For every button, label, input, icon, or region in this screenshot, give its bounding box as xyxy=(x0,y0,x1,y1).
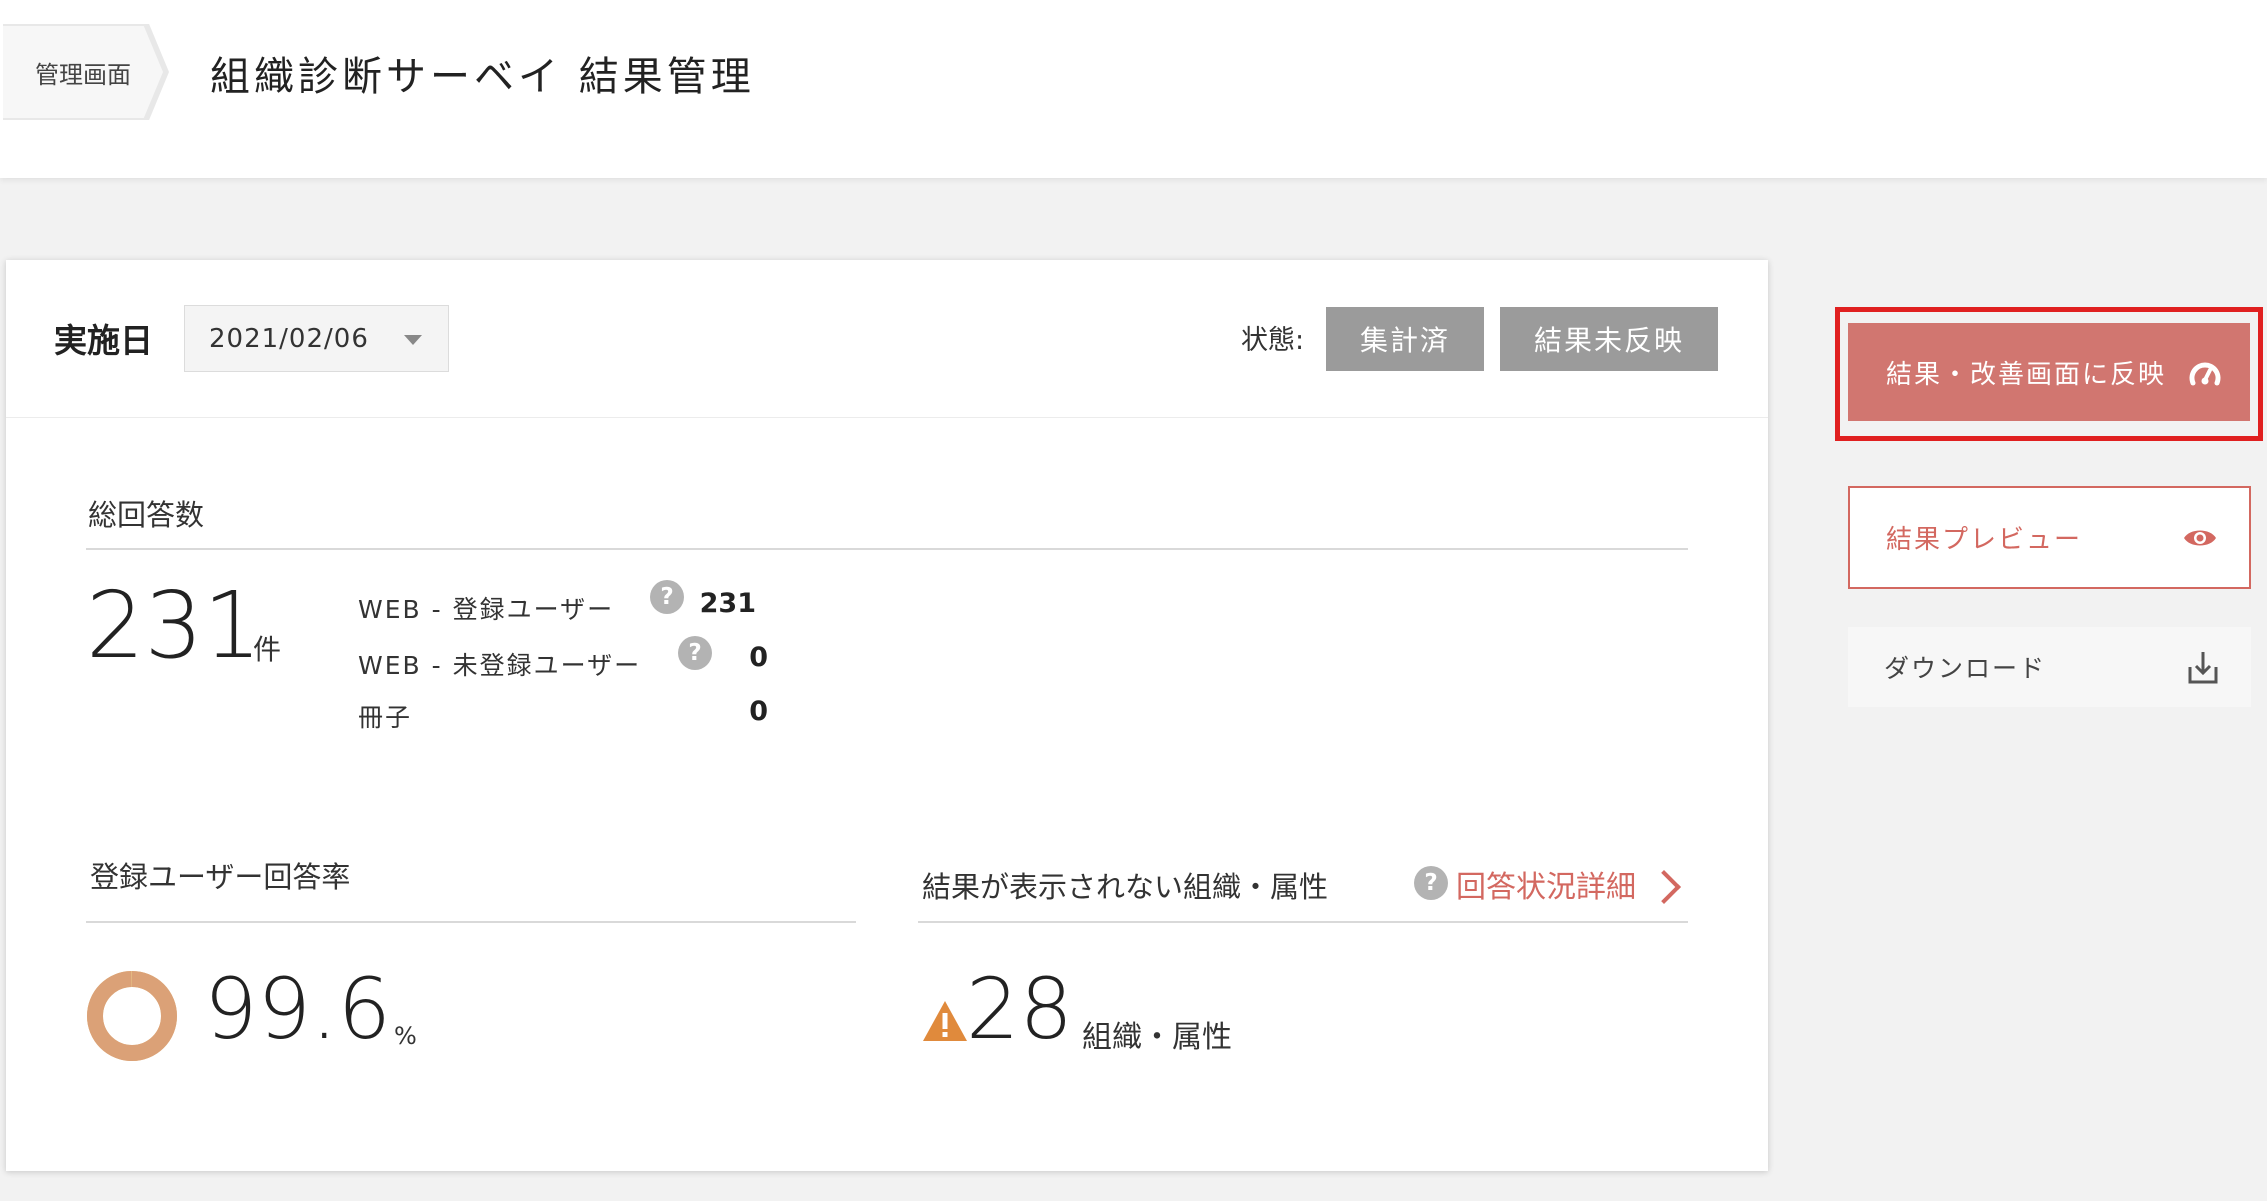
hidden-results-unit: 組織・属性 xyxy=(1082,1020,1232,1055)
response-rate-unit: % xyxy=(394,1022,417,1050)
breakdown-value-web-unregistered: 0 xyxy=(749,642,768,673)
caret-down-icon xyxy=(404,335,422,345)
warning-icon xyxy=(923,1001,967,1041)
breakdown-label-web-unregistered: WEB - 未登録ユーザー xyxy=(358,651,642,680)
date-label: 実施日 xyxy=(54,321,153,360)
preview-results-label: 結果プレビュー xyxy=(1886,525,2083,555)
breakdown-label-web-registered: WEB - 登録ユーザー xyxy=(358,595,615,624)
download-label: ダウンロード xyxy=(1884,654,2047,683)
response-rate-value: 99.6 xyxy=(204,960,392,1058)
download-icon xyxy=(2188,652,2218,684)
status-label: 状態: xyxy=(1241,325,1305,356)
gauge-icon xyxy=(2189,362,2221,386)
help-icon[interactable]: ? xyxy=(650,580,684,614)
breadcrumb[interactable]: 管理画面 xyxy=(3,26,163,118)
response-status-detail-link[interactable]: 回答状況詳細 xyxy=(1456,862,1681,906)
response-status-detail-label: 回答状況詳細 xyxy=(1456,870,1636,905)
response-rate-donut xyxy=(87,971,177,1061)
hidden-results-count: 28 xyxy=(966,960,1073,1058)
divider xyxy=(86,921,856,923)
hidden-results-title: 結果が表示されない組織・属性 xyxy=(922,870,1329,904)
breakdown-value-booklet: 0 xyxy=(749,696,768,727)
app-header: 管理画面 組織診断サーベイ 結果管理 xyxy=(0,0,2267,178)
card-toolbar: 実施日 2021/02/06 状態: 集計済 結果未反映 xyxy=(6,260,1768,418)
total-count: 231 xyxy=(86,572,262,679)
breakdown-value-web-registered: 231 xyxy=(699,588,756,619)
page-title: 組織診断サーベイ 結果管理 xyxy=(210,54,755,100)
breadcrumb-label: 管理画面 xyxy=(35,60,131,89)
divider xyxy=(86,548,1688,550)
date-select[interactable]: 2021/02/06 xyxy=(184,305,449,372)
status-badge-not-reflected: 結果未反映 xyxy=(1500,307,1718,371)
help-icon[interactable]: ? xyxy=(678,636,712,670)
date-value: 2021/02/06 xyxy=(209,323,369,354)
eye-icon xyxy=(2184,530,2216,546)
total-responses-title: 総回答数 xyxy=(88,498,205,532)
help-icon[interactable]: ? xyxy=(1414,866,1448,900)
preview-results-button[interactable]: 結果プレビュー xyxy=(1848,486,2251,589)
results-card: 実施日 2021/02/06 状態: 集計済 結果未反映 総回答数 231 件 … xyxy=(6,260,1768,1171)
total-count-unit: 件 xyxy=(253,633,282,666)
response-rate-title: 登録ユーザー回答率 xyxy=(90,860,351,894)
download-button[interactable]: ダウンロード xyxy=(1848,627,2251,707)
divider xyxy=(918,921,1688,923)
breakdown-label-booklet: 冊子 xyxy=(358,703,413,732)
status-badge-aggregated: 集計済 xyxy=(1326,307,1484,371)
chevron-right-icon xyxy=(1647,870,1681,904)
reflect-results-button[interactable]: 結果・改善画面に反映 xyxy=(1848,323,2250,421)
reflect-results-label: 結果・改善画面に反映 xyxy=(1886,359,2167,390)
